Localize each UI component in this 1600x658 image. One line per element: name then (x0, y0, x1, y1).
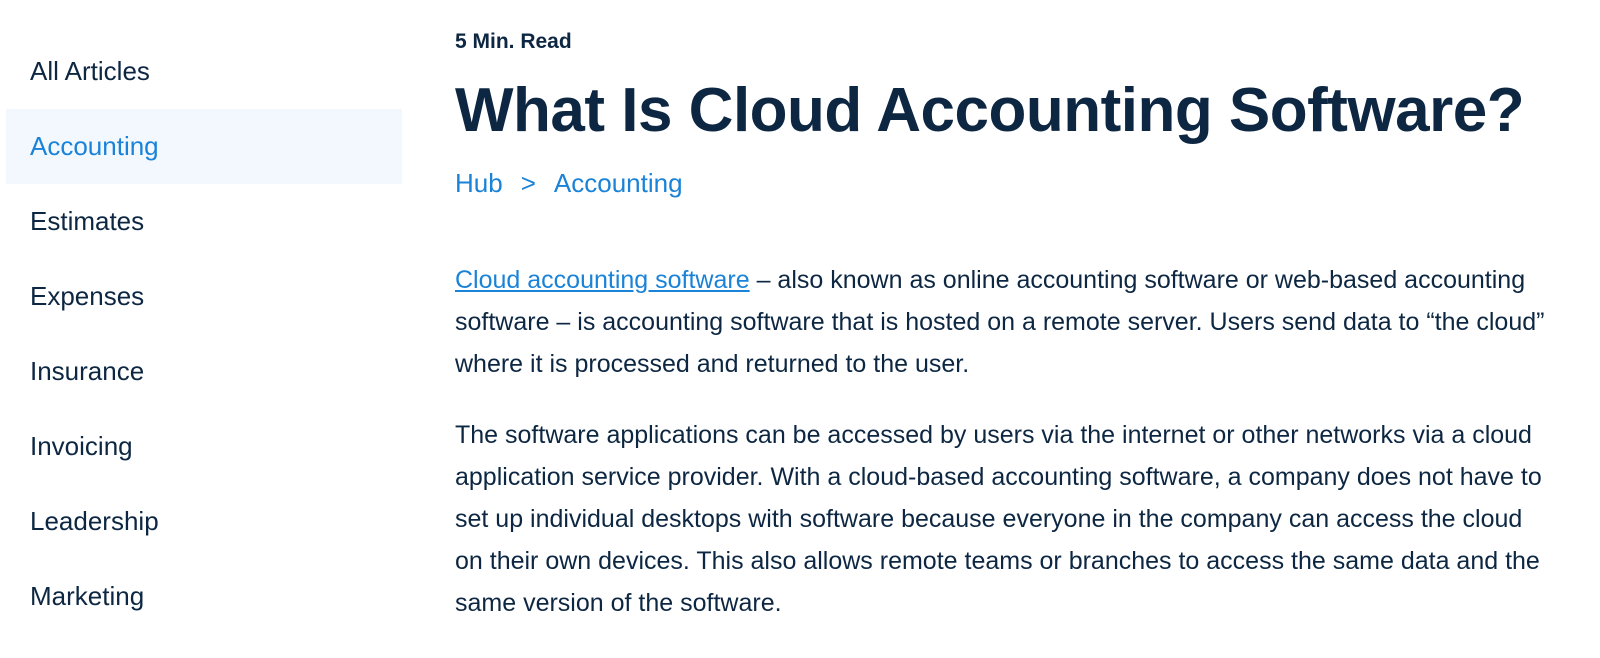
sidebar-nav: All Articles Accounting Estimates Expens… (6, 34, 402, 634)
article-title: What Is Cloud Accounting Software? (455, 76, 1525, 145)
sidebar-item-expenses[interactable]: Expenses (6, 259, 402, 334)
sidebar-item-estimates[interactable]: Estimates (6, 184, 402, 259)
breadcrumb-separator: > (520, 168, 536, 198)
cloud-accounting-software-link[interactable]: Cloud accounting software (455, 266, 750, 294)
sidebar-item-leadership[interactable]: Leadership (6, 484, 402, 559)
sidebar-item-marketing[interactable]: Marketing (6, 559, 402, 634)
read-time-label: 5 Min. Read (455, 30, 572, 53)
sidebar-item-invoicing[interactable]: Invoicing (6, 409, 402, 484)
breadcrumb-hub-link[interactable]: Hub (455, 168, 503, 198)
article-paragraph-2: The software applications can be accesse… (455, 421, 1542, 617)
article-paragraph-1: Cloud accounting software – also known a… (455, 259, 1555, 385)
breadcrumb: Hub > Accounting (455, 166, 683, 200)
breadcrumb-accounting-link[interactable]: Accounting (554, 168, 683, 198)
sidebar-item-all-articles[interactable]: All Articles (6, 34, 402, 109)
page: All Articles Accounting Estimates Expens… (0, 0, 1600, 658)
sidebar-item-insurance[interactable]: Insurance (6, 334, 402, 409)
sidebar-item-accounting[interactable]: Accounting (6, 109, 402, 184)
